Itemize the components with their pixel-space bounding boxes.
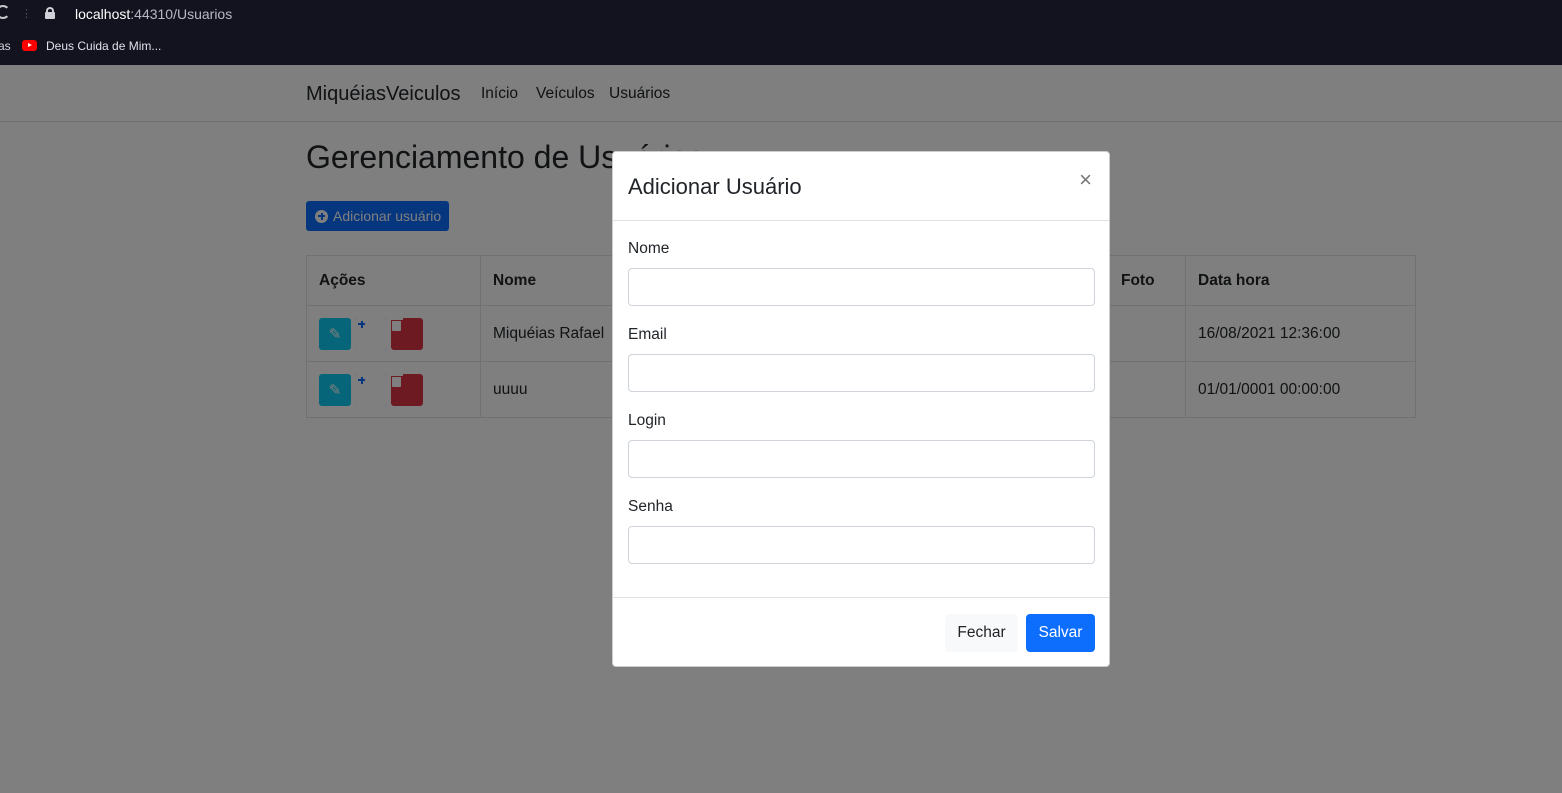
bookmarks-bar: as Deus Cuida de Mim... (0, 36, 1562, 58)
modal-header: Adicionar Usuário × (613, 152, 1109, 221)
browser-chrome: ⋮ localhost:44310/Usuarios as Deus Cuida… (0, 0, 1562, 65)
close-button[interactable]: Fechar (945, 614, 1018, 652)
separator-icon: ⋮ (21, 8, 32, 20)
close-icon[interactable]: × (1079, 169, 1092, 191)
bookmark-item-deus-cuida[interactable]: Deus Cuida de Mim... (46, 39, 161, 53)
add-user-modal: Adicionar Usuário × Nome Email Login Sen… (612, 151, 1110, 667)
youtube-icon (22, 40, 37, 51)
email-label: Email (628, 326, 667, 343)
lock-icon[interactable] (45, 7, 55, 19)
senha-label: Senha (628, 498, 673, 515)
modal-footer: Fechar Salvar (613, 597, 1109, 667)
url-text[interactable]: localhost:44310/Usuarios (75, 6, 232, 22)
nome-field[interactable] (628, 268, 1095, 306)
login-field[interactable] (628, 440, 1095, 478)
email-field[interactable] (628, 354, 1095, 392)
reload-icon[interactable] (0, 5, 10, 19)
url-host: localhost (75, 6, 131, 22)
bookmark-item-prev[interactable]: as (0, 39, 11, 53)
nome-label: Nome (628, 240, 670, 257)
save-button[interactable]: Salvar (1026, 614, 1095, 652)
login-label: Login (628, 412, 666, 429)
modal-title: Adicionar Usuário (628, 174, 802, 199)
senha-field[interactable] (628, 526, 1095, 564)
address-bar[interactable]: ⋮ localhost:44310/Usuarios (0, 0, 1562, 30)
url-path: :44310/Usuarios (130, 6, 233, 22)
